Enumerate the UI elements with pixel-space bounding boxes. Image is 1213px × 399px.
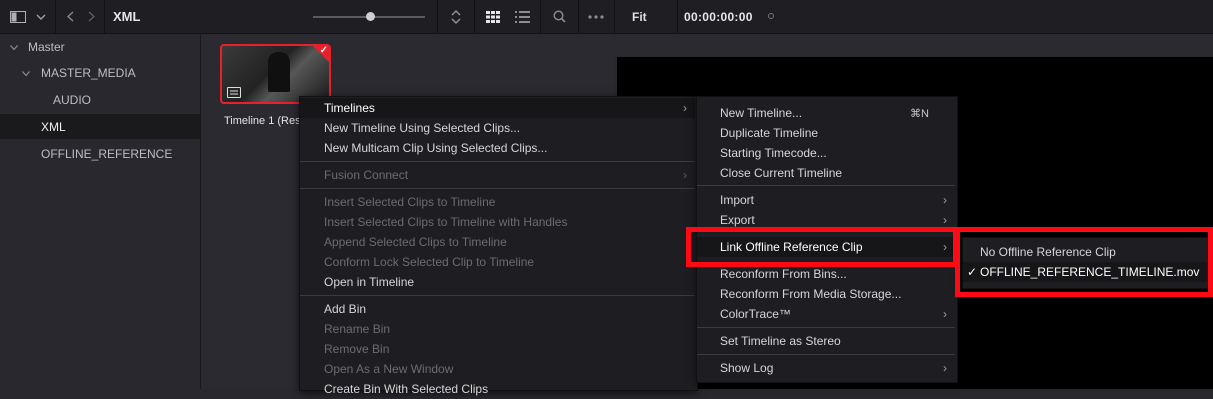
bin-list-sidebar: Master MASTER_MEDIA AUDIO XML OFFLINE_RE…	[0, 34, 201, 389]
menu-item-reconform-bins[interactable]: Reconform From Bins...	[697, 264, 847, 284]
menu-separator	[300, 161, 695, 162]
menu-item-new-multicam[interactable]: New Multicam Clip Using Selected Clips..…	[300, 138, 547, 158]
menu-item-label: Rename Bin	[324, 322, 391, 336]
sidebar-item-label: Master	[28, 39, 65, 54]
menu-item-label: Export	[720, 213, 755, 227]
thumbnail-view-icon[interactable]	[482, 0, 504, 33]
menu-item-label: Open in Timeline	[324, 275, 415, 289]
sidebar-item-label: MASTER_MEDIA	[41, 65, 136, 80]
chevron-down-icon[interactable]	[10, 42, 20, 52]
menu-item-label: Open As a New Window	[324, 362, 454, 376]
menu-item-label: Conform Lock Selected Clip to Timeline	[324, 255, 535, 269]
menu-item-label: Reconform From Bins...	[720, 267, 847, 281]
chevron-down-icon[interactable]	[32, 0, 50, 33]
menu-item-label: Create Bin With Selected Clips	[324, 382, 489, 396]
menu-item-starting-timecode[interactable]: Starting Timecode...	[697, 143, 827, 163]
thumbnail-zoom-knob[interactable]	[366, 12, 375, 21]
menu-separator	[300, 295, 695, 296]
menu-separator	[697, 354, 955, 355]
menu-item-open-in-timeline[interactable]: Open in Timeline	[300, 272, 414, 292]
menu-item-label: Insert Selected Clips to Timeline with H…	[324, 215, 568, 229]
menu-item-label: Fusion Connect	[324, 168, 409, 182]
menu-item-label: Duplicate Timeline	[720, 126, 819, 140]
menu-item-reconform-media-storage[interactable]: Reconform From Media Storage...	[697, 284, 901, 304]
sidebar-item-master-media[interactable]: MASTER_MEDIA	[0, 60, 200, 85]
menu-item-append-clips[interactable]: Append Selected Clips to Timeline	[300, 232, 507, 252]
menu-item-label: Insert Selected Clips to Timeline	[324, 195, 496, 209]
timecode-display: 00:00:00:00	[684, 10, 753, 24]
menu-item-label: Set Timeline as Stereo	[720, 334, 841, 348]
sidebar-item-label: AUDIO	[53, 92, 92, 107]
sidebar-item-xml[interactable]: XML	[0, 114, 200, 139]
chevron-right-icon: ›	[683, 168, 687, 182]
forward-arrow-icon[interactable]	[81, 0, 101, 33]
viewer-header	[614, 34, 1213, 56]
viewer-zoom-fit[interactable]: Fit	[632, 10, 647, 24]
menu-item-timelines[interactable]: Timelines ›	[300, 98, 695, 118]
menu-item-label: Timelines	[324, 101, 375, 115]
back-arrow-icon[interactable]	[60, 0, 80, 33]
menu-item-create-bin-selected[interactable]: Create Bin With Selected Clips	[300, 379, 488, 399]
sidebar-item-audio[interactable]: AUDIO	[0, 87, 200, 112]
annotation-highlight-box	[955, 227, 1213, 297]
menu-item-remove-bin[interactable]: Remove Bin	[300, 339, 389, 359]
menu-item-add-bin[interactable]: Add Bin	[300, 299, 366, 319]
search-icon[interactable]	[548, 0, 570, 33]
menu-item-new-timeline-selected[interactable]: New Timeline Using Selected Clips...	[300, 118, 520, 138]
sidebar-item-label: XML	[41, 119, 66, 134]
menu-item-set-stereo[interactable]: Set Timeline as Stereo	[697, 331, 841, 351]
timeline-clip-thumbnail[interactable]: ✓	[220, 44, 331, 104]
menu-item-label: Reconform From Media Storage...	[720, 287, 902, 301]
menu-item-new-timeline[interactable]: New Timeline... ⌘N	[697, 103, 955, 123]
menu-item-duplicate-timeline[interactable]: Duplicate Timeline	[697, 123, 818, 143]
menu-item-label: Remove Bin	[324, 342, 390, 356]
menu-item-insert-clips[interactable]: Insert Selected Clips to Timeline	[300, 192, 495, 212]
list-view-icon[interactable]	[511, 0, 533, 33]
sidebar-item-master[interactable]: Master	[0, 34, 200, 59]
menu-item-import[interactable]: Import ›	[697, 190, 955, 210]
menu-item-open-new-window[interactable]: Open As a New Window	[300, 359, 453, 379]
more-options-icon[interactable]	[584, 0, 608, 33]
menu-item-colortrace[interactable]: ColorTrace™ ›	[697, 304, 955, 324]
chevron-right-icon: ›	[943, 307, 947, 321]
chevron-right-icon: ›	[943, 361, 947, 375]
toolbar: XML Fit 00:00:00:00	[0, 0, 1213, 34]
menu-item-label: New Multicam Clip Using Selected Clips..…	[324, 141, 548, 155]
menu-item-label: Append Selected Clips to Timeline	[324, 235, 507, 249]
thumbnail-image	[268, 52, 290, 92]
panel-layout-icon[interactable]	[4, 0, 32, 33]
menu-item-fusion-connect[interactable]: Fusion Connect ›	[300, 165, 695, 185]
bin-path-title: XML	[113, 9, 141, 24]
menu-item-insert-clips-handles[interactable]: Insert Selected Clips to Timeline with H…	[300, 212, 567, 232]
sidebar-item-label: OFFLINE_REFERENCE	[41, 146, 173, 161]
chevron-down-icon[interactable]	[22, 68, 32, 78]
menu-separator	[697, 185, 955, 186]
menu-item-close-timeline[interactable]: Close Current Timeline	[697, 163, 842, 183]
menu-item-label: New Timeline Using Selected Clips...	[324, 121, 521, 135]
menu-item-rename-bin[interactable]: Rename Bin	[300, 319, 390, 339]
menu-item-show-log[interactable]: Show Log ›	[697, 358, 955, 378]
checkmark-icon: ✓	[319, 45, 328, 56]
menu-item-label: Starting Timecode...	[720, 146, 827, 160]
chevron-right-icon: ›	[683, 101, 687, 115]
timecode-options-icon[interactable]	[768, 13, 774, 19]
shortcut-label: ⌘N	[910, 108, 929, 120]
menu-item-label: ColorTrace™	[720, 307, 791, 321]
menu-item-conform-lock[interactable]: Conform Lock Selected Clip to Timeline	[300, 252, 534, 272]
menu-item-label: Add Bin	[324, 302, 367, 316]
clip-name-label: Timeline 1 (Res	[224, 115, 301, 127]
menu-separator	[697, 327, 955, 328]
menu-separator	[300, 188, 695, 189]
bin-context-menu: Timelines › New Timeline Using Selected …	[299, 96, 698, 396]
annotation-highlight-box	[686, 227, 958, 267]
sidebar-item-offline-reference[interactable]: OFFLINE_REFERENCE	[0, 141, 200, 166]
menu-item-label: New Timeline...	[720, 106, 803, 120]
sort-icon[interactable]	[445, 0, 467, 33]
timeline-icon	[227, 87, 241, 98]
chevron-right-icon: ›	[943, 213, 947, 227]
menu-item-label: Show Log	[720, 361, 774, 375]
menu-item-label: Import	[720, 193, 755, 207]
chevron-right-icon: ›	[943, 193, 947, 207]
menu-item-label: Close Current Timeline	[720, 166, 843, 180]
